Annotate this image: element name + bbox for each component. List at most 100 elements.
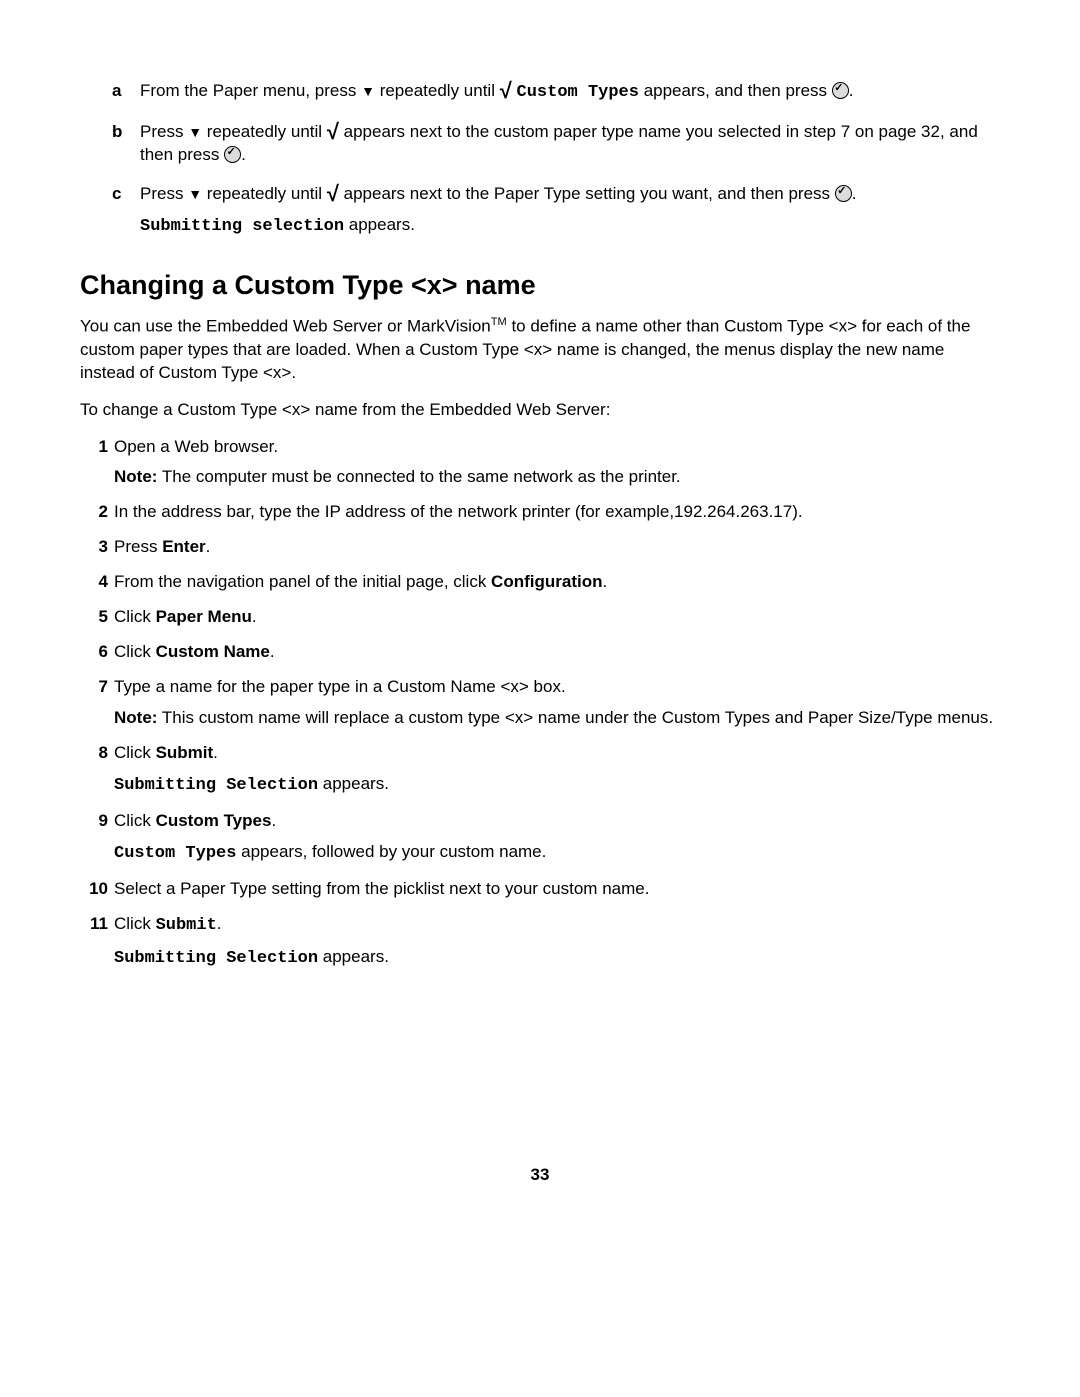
- result-line: Submitting Selection appears.: [114, 773, 1000, 798]
- step-body: Click Custom Name.: [114, 641, 1000, 664]
- text: .: [217, 914, 222, 933]
- text: .: [849, 81, 854, 100]
- text: .: [252, 607, 257, 626]
- page-number: 33: [0, 1164, 1080, 1187]
- step-marker: c: [80, 183, 140, 206]
- step-c: c Press repeatedly until appears next to…: [80, 183, 1000, 239]
- text: Click: [114, 914, 156, 933]
- step-c-line2: Submitting selection appears.: [140, 214, 1000, 239]
- screen-text: Submitting Selection: [114, 776, 318, 795]
- step-number: 7: [80, 676, 108, 699]
- step-number: 2: [80, 501, 108, 524]
- step-b: b Press repeatedly until appears next to…: [80, 121, 1000, 167]
- text: Click: [114, 607, 156, 626]
- step-number: 9: [80, 810, 108, 833]
- text: repeatedly until: [380, 81, 500, 100]
- text: Press: [114, 537, 162, 556]
- step-body: Press repeatedly until appears next to t…: [140, 183, 1000, 239]
- text: appears, and then press: [644, 81, 832, 100]
- select-button-icon: [224, 146, 241, 163]
- note-label: Note:: [114, 708, 157, 727]
- text: appears.: [318, 774, 389, 793]
- step-3: 3 Press Enter.: [80, 536, 1000, 559]
- step-body: Click Custom Types. Custom Types appears…: [114, 810, 1000, 866]
- step-number: 8: [80, 742, 108, 765]
- numbered-steps: 1 Open a Web browser. Note: The computer…: [80, 436, 1000, 971]
- bold-text: Enter: [162, 537, 205, 556]
- text: The computer must be connected to the sa…: [157, 467, 680, 486]
- step-number: 3: [80, 536, 108, 559]
- step-2: 2 In the address bar, type the IP addres…: [80, 501, 1000, 524]
- bold-text: Paper Menu: [156, 607, 252, 626]
- step-body: From the Paper menu, press repeatedly un…: [140, 80, 1000, 105]
- trademark-symbol: TM: [491, 316, 507, 328]
- step-1: 1 Open a Web browser. Note: The computer…: [80, 436, 1000, 490]
- text: Click: [114, 642, 156, 661]
- text: appears.: [318, 947, 389, 966]
- section-heading: Changing a Custom Type <x> name: [80, 267, 1000, 303]
- intro-paragraph-2: To change a Custom Type <x> name from th…: [80, 399, 1000, 422]
- step-9: 9 Click Custom Types. Custom Types appea…: [80, 810, 1000, 866]
- screen-text: Custom Types: [114, 844, 236, 863]
- step-body: Click Paper Menu.: [114, 606, 1000, 629]
- text: .: [270, 642, 275, 661]
- step-body: Type a name for the paper type in a Cust…: [114, 676, 1000, 730]
- step-body: Open a Web browser. Note: The computer m…: [114, 436, 1000, 490]
- text: Type a name for the paper type in a Cust…: [114, 677, 566, 696]
- step-7: 7 Type a name for the paper type in a Cu…: [80, 676, 1000, 730]
- text: .: [213, 743, 218, 762]
- text: This custom name will replace a custom t…: [157, 708, 993, 727]
- intro-paragraph-1: You can use the Embedded Web Server or M…: [80, 315, 1000, 384]
- step-5: 5 Click Paper Menu.: [80, 606, 1000, 629]
- step-11: 11 Click Submit. Submitting Selection ap…: [80, 913, 1000, 971]
- text: Press: [140, 184, 188, 203]
- text: You can use the Embedded Web Server or M…: [80, 317, 491, 336]
- step-marker: b: [80, 121, 140, 144]
- step-body: Press Enter.: [114, 536, 1000, 559]
- step-number: 11: [80, 913, 108, 936]
- text: .: [602, 572, 607, 591]
- document-page: a From the Paper menu, press repeatedly …: [0, 0, 1080, 1397]
- note: Note: The computer must be connected to …: [114, 466, 1000, 489]
- step-4: 4 From the navigation panel of the initi…: [80, 571, 1000, 594]
- down-arrow-icon: [188, 184, 202, 203]
- down-arrow-icon: [188, 122, 202, 141]
- screen-text: Submitting Selection: [114, 949, 318, 968]
- screen-text: Submit: [156, 916, 217, 935]
- screen-text: Custom Types: [517, 83, 639, 102]
- result-line: Submitting Selection appears.: [114, 946, 1000, 971]
- step-10: 10 Select a Paper Type setting from the …: [80, 878, 1000, 901]
- text: appears.: [344, 215, 415, 234]
- text: From the Paper menu, press: [140, 81, 361, 100]
- step-marker: a: [80, 80, 140, 103]
- step-number: 4: [80, 571, 108, 594]
- note-label: Note:: [114, 467, 157, 486]
- step-body: Click Submit. Submitting Selection appea…: [114, 742, 1000, 798]
- text: Click: [114, 743, 156, 762]
- bold-text: Custom Types: [156, 811, 272, 830]
- text: Press: [140, 122, 188, 141]
- step-a: a From the Paper menu, press repeatedly …: [80, 80, 1000, 105]
- step-body: From the navigation panel of the initial…: [114, 571, 1000, 594]
- text: Open a Web browser.: [114, 437, 278, 456]
- text: repeatedly until: [207, 122, 327, 141]
- text: appears, followed by your custom name.: [236, 842, 546, 861]
- bold-text: Submit: [156, 743, 214, 762]
- step-number: 5: [80, 606, 108, 629]
- step-number: 6: [80, 641, 108, 664]
- screen-text: Submitting selection: [140, 217, 344, 236]
- select-button-icon: [835, 185, 852, 202]
- text: appears next to the Paper Type setting y…: [344, 184, 835, 203]
- bold-text: Custom Name: [156, 642, 270, 661]
- text: .: [206, 537, 211, 556]
- note: Note: This custom name will replace a cu…: [114, 707, 1000, 730]
- text: .: [241, 145, 246, 164]
- text: .: [271, 811, 276, 830]
- result-line: Custom Types appears, followed by your c…: [114, 841, 1000, 866]
- step-body: Select a Paper Type setting from the pic…: [114, 878, 1000, 901]
- text: Click: [114, 811, 156, 830]
- bold-text: Configuration: [491, 572, 602, 591]
- step-body: Press repeatedly until appears next to t…: [140, 121, 1000, 167]
- text: repeatedly until: [207, 184, 327, 203]
- step-number: 1: [80, 436, 108, 459]
